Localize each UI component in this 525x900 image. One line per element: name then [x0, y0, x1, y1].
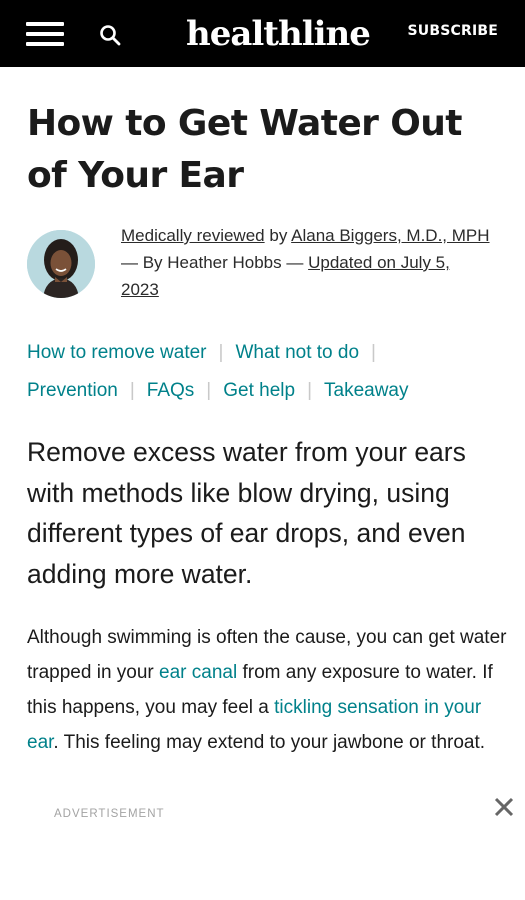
subscribe-button[interactable]: SUBSCRIBE — [407, 23, 498, 39]
toc-separator: | — [129, 380, 135, 401]
body-text: . This feeling may extend to your jawbon… — [53, 732, 486, 753]
table-of-contents: How to remove water | What not to do | Prev… — [27, 334, 507, 410]
toc-separator: | — [218, 342, 224, 363]
article-byline: Medically reviewed by Alana Biggers, M.D… — [121, 222, 491, 303]
article-lead: Remove excess water from your ears with … — [27, 437, 466, 589]
top-navigation-bar: healthline SUBSCRIBE — [0, 0, 525, 67]
toc-link-get-help[interactable]: Get help — [223, 380, 295, 401]
toc-link-how-to-remove-water[interactable]: How to remove water — [27, 342, 207, 363]
site-logo[interactable]: healthline — [186, 12, 371, 56]
hamburger-menu-icon[interactable] — [26, 22, 66, 48]
toc-link-takeaway[interactable]: Takeaway — [324, 380, 409, 401]
medically-reviewed-link[interactable]: Medically reviewed — [121, 226, 265, 245]
toc-separator: | — [307, 380, 312, 401]
toc-separator: | — [206, 380, 212, 401]
reviewer-link[interactable]: Alana Biggers, M.D., MPH — [291, 226, 489, 245]
ad-overlay-fade — [0, 785, 525, 810]
reviewer-avatar[interactable] — [27, 230, 95, 298]
by-text: by — [269, 226, 288, 245]
ear-canal-link[interactable]: ear canal — [159, 662, 237, 683]
toc-link-prevention[interactable]: Prevention — [27, 380, 118, 401]
toc-separator: | — [371, 342, 376, 363]
article-body-paragraph: Although swimming is often the cause, yo… — [27, 620, 507, 760]
search-icon[interactable] — [99, 24, 121, 46]
page-title: How to Get Water Out of Your Ear — [27, 103, 463, 196]
advertisement-label: ADVERTISEMENT — [54, 808, 165, 820]
author-text: — By Heather Hobbs — — [121, 253, 304, 272]
close-ad-icon[interactable] — [492, 795, 516, 819]
toc-link-faqs[interactable]: FAQs — [147, 380, 195, 401]
toc-link-what-not-to-do[interactable]: What not to do — [235, 342, 359, 363]
